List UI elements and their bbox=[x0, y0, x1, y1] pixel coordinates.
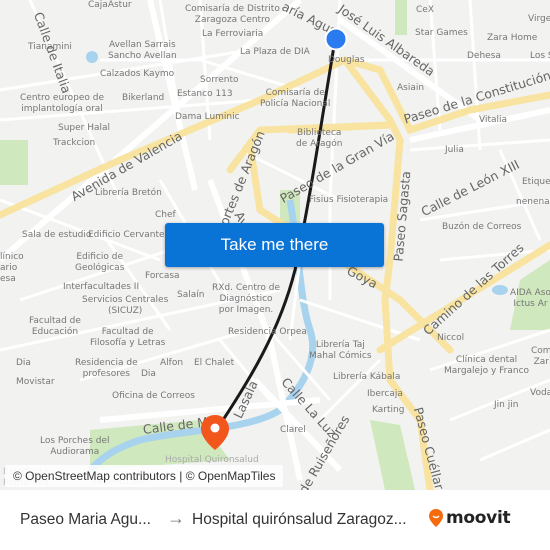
origin-dot-icon[interactable] bbox=[324, 27, 348, 51]
poi-label: Movistar bbox=[16, 377, 55, 387]
poi-label: Dia bbox=[141, 369, 156, 379]
poi-label: Trackcion bbox=[53, 138, 96, 148]
poi-label: Karting bbox=[372, 405, 405, 415]
arrow-right-icon: → bbox=[167, 508, 185, 528]
poi-label: nenena bbox=[516, 197, 550, 207]
poi-label: RXd. Centro de Diagnóstico por Imagen. bbox=[212, 283, 281, 315]
poi-label: Virge bbox=[528, 14, 550, 24]
poi-label: Voda bbox=[530, 388, 550, 398]
poi-label: Edificio de Geológicas bbox=[75, 252, 125, 273]
poi-label: Alfon bbox=[160, 358, 184, 368]
poi-label: Star Games bbox=[415, 28, 468, 38]
poi-label: Clínica dental Margalejo y Franco bbox=[444, 355, 530, 376]
poi-label: Librería Bretón bbox=[95, 188, 162, 198]
poi-label: CajaAstur bbox=[88, 0, 132, 10]
poi-label: Etiquet bbox=[522, 177, 550, 187]
poi-label: Julia bbox=[445, 145, 464, 155]
poi-label: Calzados Kaymo bbox=[100, 69, 175, 79]
poi-label: Clarel bbox=[280, 425, 306, 435]
origin-name: Paseo Maria Agu... bbox=[20, 511, 151, 528]
poi-label: Fisius Fisioterapia bbox=[309, 195, 389, 205]
poi-label: Super Halal bbox=[58, 123, 111, 133]
map-attribution[interactable]: © OpenStreetMap contributors | © OpenMap… bbox=[5, 465, 284, 487]
poi-label: Dehesa bbox=[467, 51, 501, 61]
poi-label: Douglas bbox=[328, 55, 365, 65]
poi-label: Comisaría de Distrito Zaragoza Centro bbox=[185, 4, 280, 25]
poi-label: La Ferroviaria bbox=[202, 29, 264, 39]
poi-label: Los Porches del Audiorama bbox=[40, 436, 110, 457]
poi-label: Dia bbox=[16, 358, 31, 368]
poi-label: Residencia de profesores bbox=[75, 358, 138, 379]
poi-label: Oficina de Correos bbox=[112, 391, 195, 401]
poi-label: Facultad de Educación bbox=[29, 316, 81, 337]
poi-label: Zara Home bbox=[487, 33, 538, 43]
poi-label: Vitalia bbox=[479, 115, 508, 125]
poi-label: Dama Luminic bbox=[175, 112, 240, 122]
route-footer: Paseo Maria Agu... → Hospital quirónsalu… bbox=[0, 490, 550, 550]
map-pin-icon[interactable] bbox=[199, 414, 231, 452]
poi-label: Librería Kábala bbox=[333, 372, 401, 382]
poi-label: Edificio Cervantes bbox=[88, 230, 170, 240]
poi-label: Chef bbox=[155, 210, 176, 220]
poi-label: Salaín bbox=[177, 290, 205, 300]
poi-label: Comisaría de Policía Nacional bbox=[260, 88, 331, 109]
poi-label: Asiain bbox=[397, 83, 425, 93]
poi-label: línico ario esa bbox=[0, 252, 24, 284]
poi-label: Forcasa bbox=[145, 271, 180, 281]
poi-label: Centro europeo de implantología oral bbox=[20, 93, 105, 114]
poi-label: El Chalet bbox=[194, 358, 235, 368]
poi-label: Estanco 113 bbox=[177, 89, 233, 99]
poi-label: Librería Taj Mahal Cómics bbox=[309, 340, 372, 361]
moovit-pin-icon bbox=[429, 509, 443, 527]
poi-label: Ibercaja bbox=[367, 389, 403, 399]
map-view[interactable]: CajaAstur Comisaría de Distrito Zaragoza… bbox=[0, 0, 550, 490]
poi-label: CeX bbox=[416, 5, 434, 15]
poi-label: Biblioteca de Aragón bbox=[296, 128, 343, 149]
poi-label: Sorrento bbox=[200, 75, 239, 85]
destination-name: Hospital quirónsalud Zaragoz... bbox=[192, 511, 407, 528]
poi-label: Jin jin bbox=[494, 400, 519, 410]
poi-label: Avellan Sarrais Sancho Avellan bbox=[108, 40, 177, 61]
poi-label: AIDA Aso Ictus Ar bbox=[510, 288, 550, 309]
poi-label: Bikerland bbox=[122, 93, 165, 103]
moovit-wordmark: moovit bbox=[446, 508, 511, 528]
poi-label: Com Zar bbox=[531, 346, 550, 367]
poi-label: Servicios Centrales (SICUZ) bbox=[82, 295, 169, 316]
poi-label: Los S bbox=[530, 51, 550, 61]
poi-label: Facultad de Filosofía y Letras bbox=[90, 327, 166, 348]
poi-label: Buzón de Correos bbox=[442, 222, 522, 232]
poi-label: La Plaza de DIA bbox=[240, 47, 310, 57]
poi-label: Sala de estudio bbox=[22, 230, 92, 240]
poi-label: Niccol bbox=[437, 333, 465, 343]
moovit-logo[interactable]: moovit bbox=[428, 508, 511, 528]
take-me-there-button[interactable]: Take me there bbox=[165, 223, 384, 267]
poi-label: Interfacultades II bbox=[63, 282, 140, 292]
poi-label: Residencia Orpea bbox=[228, 327, 307, 337]
